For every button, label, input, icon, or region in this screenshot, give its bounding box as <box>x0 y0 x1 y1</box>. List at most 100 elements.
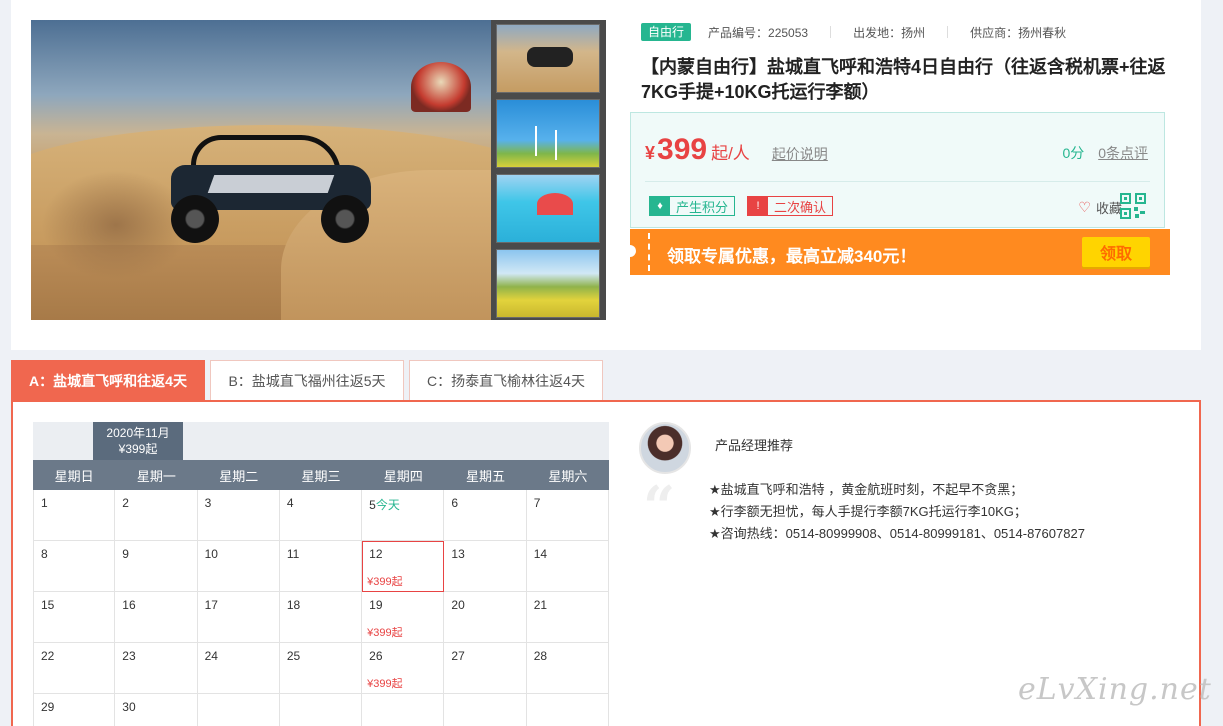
calendar-empty-cell <box>444 694 527 726</box>
calendar-empty-cell <box>362 694 445 726</box>
calendar-empty-cell <box>280 694 363 726</box>
day-number: 17 <box>204 598 218 612</box>
calendar-day: 3 <box>197 490 280 541</box>
day-price: ¥399起 <box>367 627 403 639</box>
calendar-day: 14 <box>526 541 609 592</box>
day-price: ¥399起 <box>367 678 403 690</box>
coupon-text: 领取专属优惠，最高立减340元！ <box>667 247 917 266</box>
price-box: ¥ 399 起/人 起价说明 0分 0条点评 ♦ 产生积分 ! 二次确认 ♡ 收… <box>630 112 1165 228</box>
calendar-day: 2 <box>115 490 198 541</box>
day-number: 12 <box>369 547 383 561</box>
day-number: 10 <box>204 547 218 561</box>
day-number: 26 <box>369 649 383 663</box>
day-price: ¥399起 <box>367 576 403 588</box>
thumbnail-waterpark[interactable] <box>496 174 600 243</box>
day-number: 5今天 <box>369 498 400 512</box>
calendar-day: 22 <box>33 643 116 694</box>
calendar-empty-cell <box>527 694 609 726</box>
day-number: 29 <box>41 700 55 714</box>
calendar-day: 18 <box>279 592 363 643</box>
calendar-day: 15 <box>33 592 116 643</box>
weekday-label: 星期三 <box>301 468 341 484</box>
calendar-day[interactable]: 12 ¥399起 <box>362 541 445 592</box>
calendar-day: 21 <box>526 592 609 643</box>
calendar-day: 20 <box>444 592 527 643</box>
day-number: 19 <box>369 598 383 612</box>
recommendation-title: 产品经理推荐 <box>715 438 794 453</box>
day-number: 2 <box>122 496 129 510</box>
photo-tent <box>411 62 471 112</box>
calendar-day: 5今天 <box>362 490 445 541</box>
day-number: 27 <box>451 649 465 663</box>
calendar-day: 8 <box>33 541 116 592</box>
day-number: 28 <box>533 649 548 663</box>
alert-icon: ! <box>748 197 769 215</box>
day-number: 8 <box>41 547 48 561</box>
reviews-link[interactable]: 0条点评 <box>1098 145 1148 161</box>
recommendation-lines: ★盐城直飞呼和浩特 ，黄金航班时刻，不起早不贪黑； ★行李额无担忧，每人手提行李… <box>709 479 1085 545</box>
calendar-day: 6 <box>444 490 527 541</box>
price-amount: 399 <box>657 133 708 166</box>
thumbnail-desert[interactable] <box>496 24 600 93</box>
qr-code-icon[interactable] <box>1120 193 1146 219</box>
photo-buggy <box>151 135 381 245</box>
points-badge: ♦ 产生积分 <box>649 196 736 216</box>
weekday-label: 星期五 <box>466 468 506 484</box>
type-tag: 自由行 <box>641 23 692 41</box>
day-number: 18 <box>286 598 301 612</box>
today-label: 今天 <box>375 498 400 512</box>
price-note-link[interactable]: 起价说明 <box>772 144 828 164</box>
badges: ♦ 产生积分 ! 二次确认 <box>649 196 845 216</box>
day-number: 25 <box>286 649 301 663</box>
thumbnail-flowerfield[interactable] <box>496 249 600 318</box>
calendar-day: 16 <box>115 592 198 643</box>
claim-coupon-button[interactable]: 领取 <box>1082 237 1150 267</box>
calendar-day: 9 <box>115 541 198 592</box>
tab-itinerary-c[interactable]: C：扬泰直飞榆林往返4天 <box>409 360 603 400</box>
day-number: 7 <box>533 496 541 510</box>
calendar-day[interactable]: 26 ¥399起 <box>362 643 445 694</box>
calendar-day: 27 <box>444 643 527 694</box>
supplier: 供应商：扬州春秋 <box>970 25 1067 40</box>
day-number: 30 <box>122 700 136 714</box>
month-tab[interactable]: 2020年11月 ¥399起 <box>93 422 183 460</box>
day-number: 24 <box>204 649 218 663</box>
calendar-day: 17 <box>197 592 280 643</box>
itinerary-tabs: A：盐城直飞呼和往返4天 B：盐城直飞福州往返5天 C：扬泰直飞榆林往返4天 <box>11 360 608 400</box>
calendar-day: 10 <box>197 541 280 592</box>
price-unit: 起/人 <box>711 144 750 163</box>
confirm-badge: ! 二次确认 <box>747 196 834 216</box>
weekday-label: 星期一 <box>136 468 176 484</box>
tab-itinerary-b[interactable]: B：盐城直飞福州往返5天 <box>210 360 404 400</box>
day-number: 14 <box>533 547 548 561</box>
day-number: 22 <box>41 649 55 663</box>
calendar-day[interactable]: 19 ¥399起 <box>362 592 445 643</box>
tab-itinerary-a[interactable]: A：盐城直飞呼和往返4天 <box>11 360 205 400</box>
recommendation-line: ★咨询热线：0514-80999908、0514-80999181、0514-8… <box>709 526 1085 541</box>
price-calendar: 2020年11月 ¥399起 星期日 星期一 星期二 星期三 星期四 星期五 星期六 123… <box>33 422 609 726</box>
day-number: 16 <box>122 598 136 612</box>
weekday-header: 星期日 星期一 星期二 星期三 星期四 星期五 星期六 <box>33 460 609 490</box>
calendar-header: 2020年11月 ¥399起 <box>33 422 609 460</box>
calendar-empty-cell <box>198 694 280 726</box>
thumbnail-windmills[interactable] <box>496 99 600 168</box>
watermark: eLvXing.net <box>1018 672 1212 707</box>
calendar-day: 30 <box>115 694 198 726</box>
calendar-day: 29 <box>33 694 116 726</box>
day-number: 6 <box>451 496 459 510</box>
calendar-day: 24 <box>197 643 280 694</box>
day-number: 15 <box>41 598 55 612</box>
calendar-grid: 1 2 3 4 5今天 6 7 8 9 10 11 12 ¥399起 13 14 15 16 17 18 19 ¥399… <box>33 490 609 726</box>
day-number: 23 <box>122 649 136 663</box>
calendar-day: 1 <box>33 490 116 541</box>
weekday-label: 星期日 <box>54 468 94 484</box>
favorite-button[interactable]: ♡ 收藏 <box>1078 198 1122 217</box>
calendar-day: 7 <box>526 490 609 541</box>
departure-city: 出发地：扬州 <box>853 25 926 40</box>
day-number: 11 <box>286 547 300 561</box>
main-product-photo[interactable] <box>31 20 491 320</box>
recommendation-line: ★行李额无担忧，每人手提行李额7KG托运行李10KG； <box>709 504 1027 519</box>
product-info: 自由行 产品编号：225053 出发地：扬州 供应商：扬州春秋 【内蒙自由行】盐… <box>641 22 1181 105</box>
weekday-label: 星期四 <box>383 468 423 484</box>
calendar-day: 25 <box>279 643 363 694</box>
